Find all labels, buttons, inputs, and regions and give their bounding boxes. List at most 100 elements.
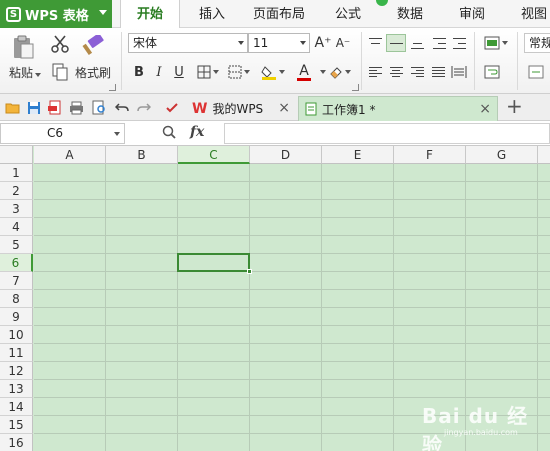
formula-bar: C6 fx	[0, 121, 550, 146]
decrease-indent-button[interactable]	[430, 34, 448, 52]
row-header-1[interactable]: 1	[0, 164, 33, 182]
underline-button[interactable]: U	[170, 62, 188, 82]
watermark-url: jingyan.baidu.com	[444, 428, 518, 437]
column-header-c[interactable]: C	[178, 146, 250, 164]
font-color-glyph: A	[299, 62, 309, 79]
row-header-9[interactable]: 9	[0, 308, 33, 326]
justify-button[interactable]	[429, 63, 447, 81]
format-painter-icon[interactable]	[80, 34, 106, 58]
app-menu-button[interactable]: S WPS 表格	[0, 0, 112, 28]
font-color-swatch	[297, 77, 311, 81]
row-header-4[interactable]: 4	[0, 218, 33, 236]
tab-data[interactable]: 数据	[388, 0, 432, 28]
fill-handle[interactable]	[247, 269, 252, 274]
export-pdf-icon[interactable]	[47, 100, 62, 115]
increase-indent-button[interactable]	[450, 34, 468, 52]
tab-review[interactable]: 审阅	[450, 0, 494, 28]
tab-my-wps[interactable]: W 我的WPS ×	[186, 96, 296, 121]
font-size-select[interactable]: 11	[248, 33, 310, 53]
tab-workbook[interactable]: 工作簿1 * ×	[298, 96, 498, 121]
format-painter-label[interactable]: 格式刷	[75, 64, 111, 81]
row-header-6[interactable]: 6	[0, 254, 33, 272]
bold-button[interactable]: B	[130, 62, 148, 82]
chevron-down-icon	[99, 10, 107, 15]
eraser-icon	[330, 67, 342, 79]
tab-insert[interactable]: 插入	[190, 0, 234, 28]
merge-cells-button[interactable]	[481, 33, 511, 53]
number-format-value: 常规	[529, 36, 550, 50]
cut-icon[interactable]	[50, 34, 70, 54]
row-header-2[interactable]: 2	[0, 182, 33, 200]
search-icon[interactable]	[162, 125, 176, 139]
align-middle-icon	[389, 38, 403, 49]
column-header-a[interactable]: A	[34, 146, 106, 164]
column-header-e[interactable]: E	[322, 146, 394, 164]
fill-color-button[interactable]	[258, 62, 288, 82]
column-header-b[interactable]: B	[106, 146, 178, 164]
shrink-font-button[interactable]: A⁻	[334, 33, 352, 53]
row-header-5[interactable]: 5	[0, 236, 33, 254]
active-cell[interactable]	[177, 253, 250, 272]
save-icon[interactable]	[26, 100, 41, 115]
row-header-3[interactable]: 3	[0, 200, 33, 218]
borders-button[interactable]	[194, 62, 222, 82]
column-header-d[interactable]: D	[250, 146, 322, 164]
select-all-corner[interactable]	[0, 146, 33, 164]
gridline-horizontal	[34, 325, 550, 326]
font-color-button[interactable]: A	[290, 61, 318, 83]
row-header-14[interactable]: 14	[0, 398, 33, 416]
wrap-text-button[interactable]	[481, 62, 503, 82]
column-header-f[interactable]: F	[394, 146, 466, 164]
row-header-12[interactable]: 12	[0, 362, 33, 380]
font-size-value: 11	[253, 36, 269, 50]
fill-pattern-button[interactable]	[224, 62, 254, 82]
row-header-15[interactable]: 15	[0, 416, 33, 434]
gridline-horizontal	[34, 379, 550, 380]
tab-page-layout[interactable]: 页面布局	[248, 0, 310, 28]
align-center-button[interactable]	[387, 63, 405, 81]
insert-function-button[interactable]: fx	[190, 124, 204, 140]
align-left-button[interactable]	[366, 63, 384, 81]
row-header-8[interactable]: 8	[0, 290, 33, 308]
close-icon[interactable]: ×	[278, 100, 290, 116]
row-header-11[interactable]: 11	[0, 344, 33, 362]
wrap-text-icon	[484, 65, 500, 79]
distribute-button[interactable]	[449, 63, 469, 81]
clipboard-launcher-icon[interactable]	[109, 84, 116, 91]
row-header-16[interactable]: 16	[0, 434, 33, 451]
print-icon[interactable]	[69, 100, 84, 115]
undo-icon[interactable]	[114, 100, 129, 115]
row-header-10[interactable]: 10	[0, 326, 33, 344]
tab-formula[interactable]: 公式	[326, 0, 370, 28]
customize-toolbar-icon[interactable]	[164, 100, 179, 115]
new-tab-button[interactable]: +	[500, 93, 524, 118]
align-right-button[interactable]	[408, 63, 426, 81]
row-header-7[interactable]: 7	[0, 272, 33, 290]
tab-view[interactable]: 视图	[512, 0, 550, 28]
ribbon-divider	[474, 32, 475, 90]
print-preview-icon[interactable]	[91, 100, 106, 115]
font-name-select[interactable]: 宋体	[128, 33, 248, 53]
align-top-button[interactable]	[366, 34, 384, 52]
grow-font-button[interactable]: A⁺	[314, 33, 332, 53]
name-box[interactable]: C6	[0, 123, 125, 144]
column-header-g[interactable]: G	[466, 146, 538, 164]
chevron-down-icon[interactable]	[318, 62, 326, 82]
ribbon-divider	[121, 32, 122, 90]
paste-icon[interactable]	[10, 34, 36, 60]
align-bottom-button[interactable]	[408, 34, 426, 52]
percent-format-button[interactable]	[526, 62, 546, 82]
close-icon[interactable]: ×	[479, 101, 491, 117]
number-format-select[interactable]: 常规	[524, 33, 550, 53]
paste-button[interactable]: 粘贴	[9, 64, 42, 81]
tab-home[interactable]: 开始	[120, 0, 180, 29]
italic-button[interactable]: I	[150, 62, 168, 82]
row-header-13[interactable]: 13	[0, 380, 33, 398]
formula-input[interactable]	[224, 123, 550, 144]
redo-icon[interactable]	[136, 100, 151, 115]
clear-format-button[interactable]	[328, 62, 352, 82]
align-middle-button[interactable]	[386, 34, 406, 52]
open-folder-icon[interactable]	[5, 100, 20, 115]
copy-icon[interactable]	[50, 62, 70, 82]
font-launcher-icon[interactable]	[352, 84, 359, 91]
